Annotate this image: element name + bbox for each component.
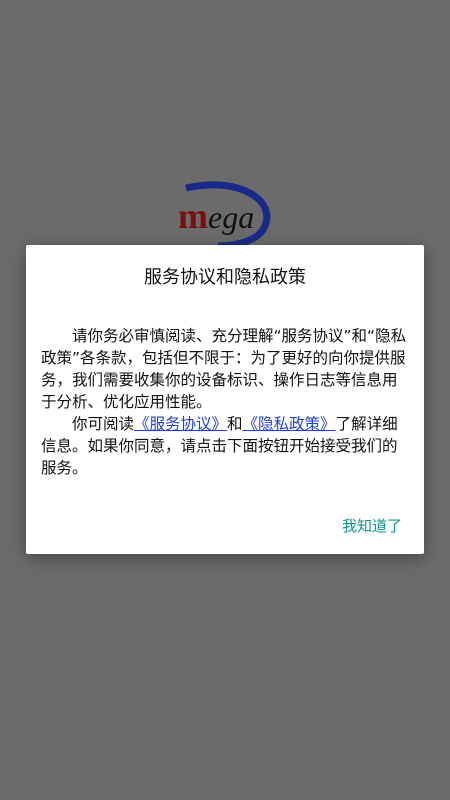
logo-m: m <box>178 196 208 236</box>
and-text: 和 <box>227 415 243 433</box>
privacy-policy-link[interactable]: 《隐私政策》 <box>243 415 336 433</box>
logo-ega: ega <box>208 199 255 235</box>
app-logo: mega <box>178 180 274 250</box>
dialog-paragraph-1: 请你务必审慎阅读、充分理解“服务协议”和“隐私政策”各条款，包括但不限于：为了更… <box>41 327 407 411</box>
dialog-title: 服务协议和隐私政策 <box>144 267 306 288</box>
acknowledge-button[interactable]: 我知道了 <box>342 515 402 537</box>
paragraph-2-prefix: 你可阅读 <box>72 415 135 433</box>
dialog-paragraph-2: 你可阅读《服务协议》和《隐私政策》了解详细信息。如果你同意，请点击下面按钮开始接… <box>41 413 409 479</box>
service-agreement-link[interactable]: 《服务协议》 <box>134 415 227 433</box>
dialog-body: 请你务必审慎阅读、充分理解“服务协议”和“隐私政策”各条款，包括但不限于：为了更… <box>41 325 409 479</box>
logo-text: mega <box>178 196 254 237</box>
privacy-dialog: 服务协议和隐私政策 请你务必审慎阅读、充分理解“服务协议”和“隐私政策”各条款，… <box>26 245 424 554</box>
